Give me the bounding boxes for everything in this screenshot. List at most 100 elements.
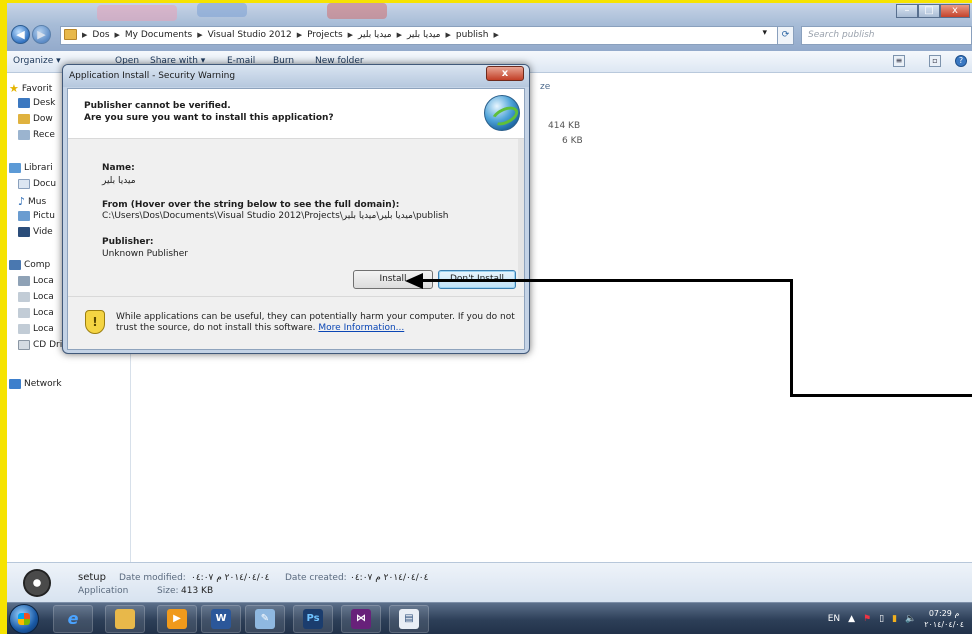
- sidebar-item-music[interactable]: ♪ Mus: [18, 195, 46, 208]
- breadcrumb-item[interactable]: ميديا بلير: [358, 30, 392, 40]
- taskbar: e ▶ W ✎ Ps ⋈ ▤ EN ▲ ⚑ ▯ ▮ 🔈 07:29 م ٢٠١٤…: [7, 602, 972, 634]
- forward-arrow-icon[interactable]: ▶: [32, 25, 51, 44]
- breadcrumb-item[interactable]: ميديا بلير: [407, 30, 441, 40]
- sidebar-label: Loca: [33, 276, 54, 286]
- warning-shield-icon: !: [85, 310, 105, 334]
- refresh-icon[interactable]: ⟳: [777, 26, 794, 45]
- annotation-arrow-line: [790, 394, 972, 397]
- close-button[interactable]: x: [940, 4, 970, 18]
- size-column-header[interactable]: ze: [540, 82, 550, 92]
- sidebar-item-desktop[interactable]: Desk: [18, 98, 55, 108]
- warning-text: While applications can be useful, they c…: [116, 312, 515, 333]
- warning-message: While applications can be useful, they c…: [116, 312, 516, 334]
- sidebar-item-favorites[interactable]: ★ Favorit: [9, 82, 52, 95]
- device-icon[interactable]: ▯: [879, 614, 884, 624]
- security-warning-dialog: Application Install - Security Warning x…: [62, 64, 530, 354]
- sidebar-label: Docu: [33, 179, 57, 189]
- media-player-icon[interactable]: ▶: [157, 605, 197, 633]
- explorer-icon[interactable]: [105, 605, 145, 633]
- sidebar-item-recent[interactable]: Rece: [18, 130, 55, 140]
- clock-date: ٢٠١٤/٠٤/٠٤: [924, 620, 964, 629]
- file-size: 6 KB: [562, 136, 583, 146]
- address-bar[interactable]: ▶ Dos ▶ My Documents ▶ Visual Studio 201…: [60, 26, 792, 45]
- breadcrumb-separator: ▶: [114, 30, 120, 39]
- star-icon: ★: [9, 82, 19, 95]
- visual-studio-icon[interactable]: ⋈: [341, 605, 381, 633]
- dialog-header: Publisher cannot be verified. Are you su…: [68, 89, 524, 139]
- breadcrumb-item[interactable]: My Documents: [125, 30, 192, 40]
- details-pane: setup Application Date modified: ٢٠١٤/٠٤…: [7, 562, 972, 602]
- drive-icon: [18, 324, 30, 334]
- sidebar-item-local-disk[interactable]: Loca: [18, 308, 54, 318]
- sidebar-item-libraries[interactable]: Librari: [9, 163, 53, 173]
- pictures-icon: [18, 211, 30, 221]
- breadcrumb-separator: ▶: [445, 30, 451, 39]
- date-modified-label: Date modified:: [119, 573, 186, 583]
- address-dropdown-icon[interactable]: ▾: [762, 28, 767, 38]
- dialog-scrollbar: [518, 139, 524, 279]
- yellow-frame-left: [0, 0, 7, 634]
- sidebar-item-local-disk[interactable]: Loca: [18, 292, 54, 302]
- drive-icon: [18, 292, 30, 302]
- sidebar-item-network[interactable]: Network: [9, 379, 62, 389]
- system-tray: EN ▲ ⚑ ▯ ▮ 🔈 07:29 م ٢٠١٤/٠٤/٠٤: [828, 603, 964, 634]
- sidebar-item-computer[interactable]: Comp: [9, 260, 50, 270]
- ie-icon[interactable]: e: [53, 605, 93, 633]
- computer-icon: [9, 260, 21, 270]
- more-information-link[interactable]: More Information...: [318, 323, 404, 333]
- file-size: 414 KB: [548, 121, 581, 131]
- word-icon[interactable]: W: [201, 605, 241, 633]
- view-options-icon[interactable]: ≡: [893, 55, 905, 67]
- sidebar-label: Loca: [33, 308, 54, 318]
- minimize-button[interactable]: –: [896, 4, 918, 18]
- maximize-button[interactable]: □: [918, 4, 940, 18]
- sidebar-label: Network: [24, 379, 62, 389]
- photoshop-label: Ps: [303, 609, 323, 629]
- publisher-label: Publisher:: [102, 237, 154, 247]
- organize-button[interactable]: Organize ▾: [13, 56, 61, 66]
- sidebar-item-pictures[interactable]: Pictu: [18, 211, 55, 221]
- network-icon: [9, 379, 21, 389]
- network-tray-icon[interactable]: ▮: [892, 614, 897, 624]
- breadcrumb-item[interactable]: Visual Studio 2012: [208, 30, 292, 40]
- file-name: setup: [78, 572, 106, 583]
- start-button[interactable]: [9, 604, 39, 634]
- show-hidden-icons-icon[interactable]: ▲: [848, 614, 855, 624]
- help-icon[interactable]: ?: [955, 55, 967, 67]
- breadcrumb-separator: ▶: [396, 30, 402, 39]
- sidebar-item-downloads[interactable]: Dow: [18, 114, 53, 124]
- annotation-arrow-line: [790, 279, 793, 397]
- dialog-title: Application Install - Security Warning: [69, 71, 236, 81]
- breadcrumb-item[interactable]: Projects: [307, 30, 342, 40]
- date-created-value: ٢٠١٤/٠٤/٠٤ م ٠٤:٠٧: [350, 573, 429, 583]
- volume-icon[interactable]: 🔈: [905, 614, 916, 624]
- clock[interactable]: 07:29 م ٢٠١٤/٠٤/٠٤: [924, 608, 964, 630]
- sidebar-item-local-disk[interactable]: Loca: [18, 324, 54, 334]
- size-value: 413 KB: [181, 586, 214, 596]
- drive-icon: [18, 276, 30, 286]
- documents-icon: [18, 179, 30, 189]
- blur-decoration: [327, 3, 387, 19]
- breadcrumb-separator: ▶: [197, 30, 203, 39]
- back-arrow-icon[interactable]: ◀: [11, 25, 30, 44]
- sidebar-item-documents[interactable]: Docu: [18, 179, 56, 189]
- action-center-icon[interactable]: ⚑: [863, 614, 871, 624]
- downloads-icon: [18, 114, 30, 124]
- photoshop-icon[interactable]: Ps: [293, 605, 333, 633]
- sidebar-label: Librari: [24, 163, 53, 173]
- setup-app-icon: [23, 569, 51, 597]
- breadcrumb-item[interactable]: Dos: [92, 30, 109, 40]
- date-created-label: Date created:: [285, 573, 347, 583]
- dialog-close-button[interactable]: x: [486, 66, 524, 81]
- from-value[interactable]: C:\Users\Dos\Documents\Visual Studio 201…: [102, 211, 448, 221]
- breadcrumb-item[interactable]: publish: [456, 30, 489, 40]
- paint-icon[interactable]: ✎: [245, 605, 285, 633]
- sidebar-item-local-disk[interactable]: Loca: [18, 276, 54, 286]
- sidebar-item-videos[interactable]: Vide: [18, 227, 53, 237]
- app-icon[interactable]: ▤: [389, 605, 429, 633]
- preview-pane-icon[interactable]: ▫: [929, 55, 941, 67]
- libraries-icon: [9, 163, 21, 173]
- language-indicator[interactable]: EN: [828, 614, 840, 624]
- annotation-arrow-line: [420, 279, 792, 282]
- search-input[interactable]: Search publish: [801, 26, 972, 45]
